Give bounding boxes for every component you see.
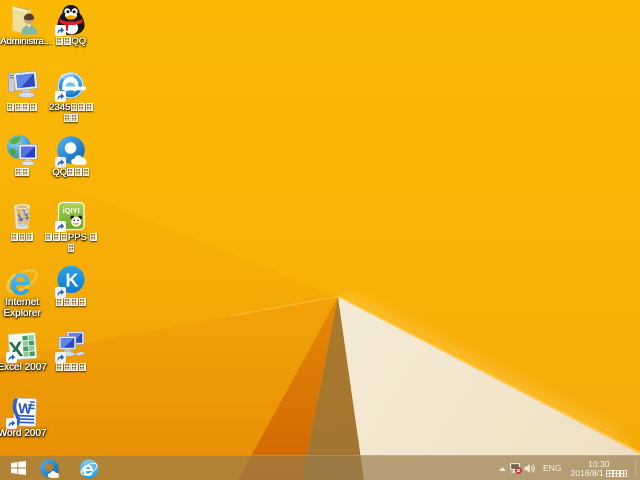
svg-text:iQIYI: iQIYI [63,206,80,215]
svg-text:e: e [83,459,94,479]
svg-text:K: K [66,271,79,291]
svg-text:e: e [9,265,31,297]
